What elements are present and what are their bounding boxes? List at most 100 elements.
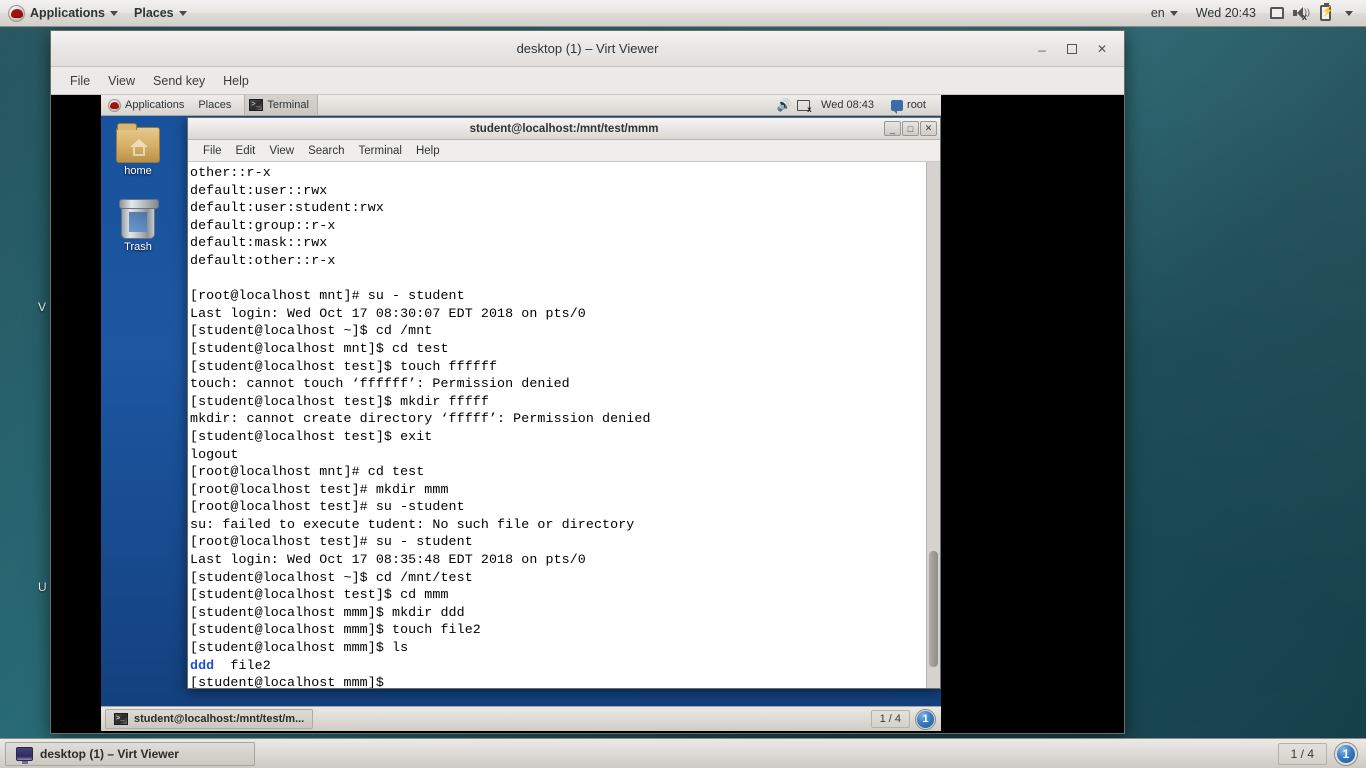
host-clock-label: Wed 20:43 bbox=[1195, 6, 1256, 20]
terminal-line: [root@localhost test]# mkdir mmm bbox=[190, 481, 449, 497]
vm-applications-menu[interactable]: Applications bbox=[101, 95, 191, 115]
terminal-line: [student@localhost mmm]$ touch file2 bbox=[190, 622, 481, 638]
speaker-muted-icon[interactable]: )) x bbox=[1290, 2, 1312, 24]
vm-bottom-panel: >_ student@localhost:/mnt/test/m... 1 / … bbox=[101, 706, 941, 731]
terminal-line: default:group::r-x bbox=[190, 217, 336, 233]
terminal-line: [student@localhost test]$ mkdir fffff bbox=[190, 393, 489, 409]
display-icon[interactable] bbox=[1266, 2, 1288, 24]
vm-desktop-icon-home[interactable]: home bbox=[107, 123, 169, 177]
vm-desktop-icon-trash[interactable]: Trash bbox=[107, 199, 169, 253]
terminal-menu-help[interactable]: Help bbox=[409, 144, 447, 158]
keyboard-layout-label: en bbox=[1150, 6, 1165, 20]
redhat-logo-icon bbox=[108, 98, 121, 112]
terminal-line: [student@localhost mmm]$ ls bbox=[190, 640, 409, 656]
maximize-button[interactable]: □ bbox=[902, 121, 919, 136]
terminal-titlebar[interactable]: student@localhost:/mnt/test/mmm _ □ ✕ bbox=[188, 118, 940, 140]
menu-file[interactable]: File bbox=[61, 72, 99, 90]
terminal-menu-file[interactable]: File bbox=[196, 144, 229, 158]
terminal-output[interactable]: other::r-x default:user::rwx default:user:… bbox=[188, 162, 926, 688]
terminal-line: [student@localhost ~]$ cd /mnt/test bbox=[190, 569, 473, 585]
menu-help[interactable]: Help bbox=[214, 72, 258, 90]
network-disconnected-icon[interactable] bbox=[795, 97, 812, 114]
system-menu-chevron-icon[interactable] bbox=[1338, 2, 1360, 24]
vm-taskbar-item-terminal[interactable]: >_ student@localhost:/mnt/test/m... bbox=[105, 709, 314, 729]
vm-active-window-label: Terminal bbox=[267, 99, 309, 111]
host-bottom-right-area: 1 / 4 1 bbox=[1277, 742, 1361, 765]
vm-places-label: Places bbox=[198, 99, 232, 111]
host-taskbar-item-virt-viewer[interactable]: desktop (1) – Virt Viewer bbox=[5, 741, 255, 766]
terminal-icon: >_ bbox=[249, 99, 264, 111]
vm-desktop-icon-label: Trash bbox=[124, 241, 152, 253]
host-applications-menu[interactable]: Applications bbox=[0, 0, 126, 26]
host-places-label: Places bbox=[134, 6, 174, 20]
host-taskbar-item-label: desktop (1) – Virt Viewer bbox=[40, 746, 179, 761]
keyboard-layout-indicator[interactable]: en bbox=[1143, 0, 1186, 26]
home-folder-icon bbox=[116, 123, 160, 163]
terminal-menu-terminal[interactable]: Terminal bbox=[352, 144, 409, 158]
chevron-down-icon bbox=[1169, 10, 1178, 16]
vm-top-panel: Applications Places >_ Terminal 🔊 Wed 08… bbox=[101, 95, 941, 116]
terminal-line: logout bbox=[190, 446, 239, 462]
terminal-line: [student@localhost mmm]$ mkdir ddd bbox=[190, 604, 465, 620]
vm-desktop-icon-label: home bbox=[124, 165, 152, 177]
terminal-line: [student@localhost test]$ touch ffffff bbox=[190, 358, 498, 374]
close-button[interactable]: ✕ bbox=[920, 121, 937, 136]
vm-bottom-right-area: 1 / 4 1 bbox=[870, 709, 937, 729]
terminal-window[interactable]: student@localhost:/mnt/test/mmm _ □ ✕ Fi… bbox=[187, 117, 941, 689]
trash-icon bbox=[119, 199, 159, 239]
vm-screen[interactable]: home Trash Applications Places >_ Termin… bbox=[101, 95, 941, 731]
speaker-icon[interactable]: 🔊 bbox=[776, 97, 792, 113]
terminal-line: Last login: Wed Oct 17 08:30:07 EDT 2018… bbox=[190, 305, 586, 321]
minimize-button[interactable]: _ bbox=[884, 121, 901, 136]
vm-user-menu[interactable]: root bbox=[884, 95, 933, 115]
terminal-line: su: failed to execute tudent: No such fi… bbox=[190, 516, 635, 532]
vm-workspace-badge[interactable]: 1 bbox=[916, 709, 935, 729]
terminal-line: [student@localhost ~]$ cd /mnt bbox=[190, 323, 433, 339]
virt-viewer-menubar: File View Send key Help bbox=[51, 67, 1124, 95]
terminal-line: default:mask::rwx bbox=[190, 235, 328, 251]
host-tray-area: en Wed 20:43 )) x bbox=[1143, 0, 1366, 26]
chevron-down-icon bbox=[178, 10, 187, 16]
host-applications-label: Applications bbox=[30, 6, 106, 20]
close-button[interactable] bbox=[1094, 41, 1110, 57]
vm-workspace-indicator[interactable]: 1 / 4 bbox=[870, 710, 910, 728]
battery-charging-icon[interactable] bbox=[1314, 2, 1336, 24]
terminal-menu-view[interactable]: View bbox=[262, 144, 301, 158]
terminal-scrollbar[interactable] bbox=[926, 162, 940, 688]
virt-viewer-window-buttons bbox=[1034, 41, 1124, 57]
terminal-line: ddd file2 bbox=[190, 657, 271, 673]
virt-viewer-titlebar[interactable]: desktop (1) – Virt Viewer bbox=[51, 31, 1124, 67]
terminal-line: [student@localhost mmm]$ bbox=[190, 675, 392, 688]
vm-user-label: root bbox=[907, 99, 926, 111]
terminal-line: [root@localhost mnt]# cd test bbox=[190, 464, 425, 480]
terminal-line: touch: cannot touch ‘ffffff’: Permission… bbox=[190, 376, 570, 392]
terminal-window-buttons: _ □ ✕ bbox=[884, 121, 940, 136]
terminal-line: mkdir: cannot create directory ‘fffff’: … bbox=[190, 411, 651, 427]
vm-window-list-terminal[interactable]: >_ Terminal bbox=[244, 95, 318, 115]
host-workspace-indicator[interactable]: 1 / 4 bbox=[1277, 742, 1327, 765]
virt-viewer-display-area[interactable]: home Trash Applications Places >_ Termin… bbox=[51, 95, 1124, 733]
minimize-button[interactable] bbox=[1034, 41, 1050, 57]
terminal-line: [root@localhost test]# su - student bbox=[190, 534, 473, 550]
terminal-line: [student@localhost test]$ exit bbox=[190, 428, 433, 444]
menu-view[interactable]: View bbox=[99, 72, 144, 90]
terminal-line: default:user::rwx bbox=[190, 182, 328, 198]
terminal-scrollbar-thumb[interactable] bbox=[929, 551, 938, 667]
host-places-menu[interactable]: Places bbox=[126, 0, 195, 26]
terminal-line: default:user:student:rwx bbox=[190, 200, 384, 216]
terminal-line: [root@localhost test]# su -student bbox=[190, 499, 465, 515]
terminal-directory-entry: ddd bbox=[190, 657, 215, 673]
host-workspace-badge[interactable]: 1 bbox=[1335, 742, 1357, 765]
redhat-logo-icon bbox=[8, 4, 25, 22]
terminal-line: [student@localhost mnt]$ cd test bbox=[190, 340, 449, 356]
terminal-menu-edit[interactable]: Edit bbox=[229, 144, 263, 158]
maximize-button[interactable] bbox=[1064, 41, 1080, 57]
host-clock[interactable]: Wed 20:43 bbox=[1188, 0, 1264, 26]
terminal-body[interactable]: other::r-x default:user::rwx default:user:… bbox=[188, 162, 940, 688]
terminal-menu-search[interactable]: Search bbox=[301, 144, 351, 158]
menu-send-key[interactable]: Send key bbox=[144, 72, 214, 90]
vm-places-menu[interactable]: Places bbox=[191, 95, 238, 115]
virt-viewer-title: desktop (1) – Virt Viewer bbox=[516, 41, 659, 56]
vm-clock[interactable]: Wed 08:43 bbox=[814, 95, 881, 115]
